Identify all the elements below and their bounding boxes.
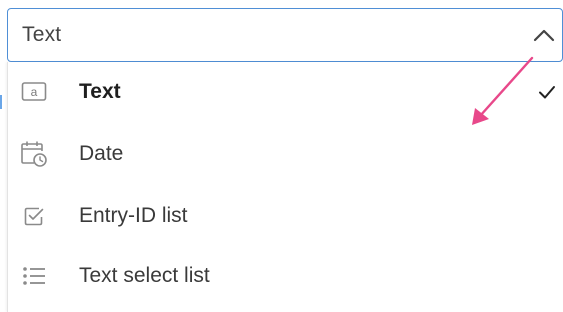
menu-item-label: Date [79,142,124,165]
dropdown-menu: a Text Date Entry-ID list Text select li… [7,62,563,312]
chevron-up-icon[interactable] [530,21,558,49]
menu-item-label: Text [79,80,121,103]
checkbox-icon [20,202,48,230]
menu-item-text[interactable]: a Text [8,62,563,122]
menu-item-date[interactable]: Date [8,124,563,184]
field-type-dropdown: Text a Text Date Entry-ID list Text sele… [0,0,563,312]
bulleted-list-icon [20,262,48,290]
checkmark-icon [539,86,555,99]
svg-text:a: a [31,85,38,99]
menu-item-label: Text select list [79,264,210,287]
text-field-icon: a [20,78,48,106]
menu-item-label: Entry-ID list [79,204,188,227]
menu-item-text-select-list[interactable]: Text select list [8,246,563,306]
focus-accent [0,95,2,109]
field-type-select[interactable]: Text [7,8,563,62]
select-value: Text [22,23,62,46]
menu-item-entry-id-list[interactable]: Entry-ID list [8,186,563,246]
calendar-clock-icon [20,140,48,168]
